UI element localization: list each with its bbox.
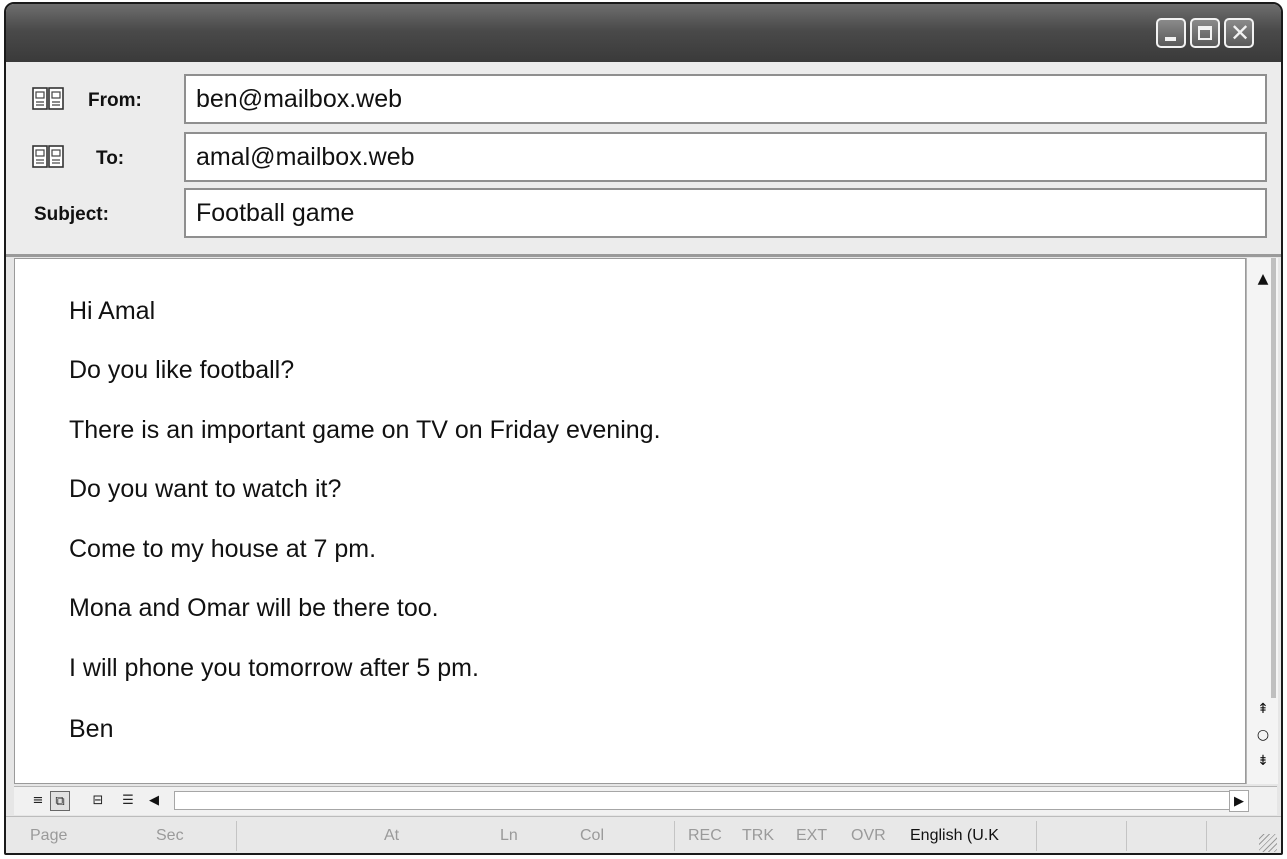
- status-divider: [236, 821, 237, 851]
- status-rec[interactable]: REC: [688, 827, 722, 845]
- status-section: Sec: [156, 827, 184, 844]
- resize-grip-icon[interactable]: [1259, 834, 1277, 852]
- horizontal-scroll-row: ≡ ⧉ ⊟ ☰ ◀ ▶: [14, 786, 1277, 815]
- message-line: Do you want to watch it?: [69, 475, 342, 503]
- message-line: I will phone you tomorrow after 5 pm.: [69, 654, 479, 682]
- scroll-right-arrow-icon[interactable]: ▶: [1229, 790, 1249, 812]
- subject-label: Subject:: [34, 204, 109, 225]
- previous-page-icon[interactable]: ⇞: [1253, 698, 1273, 720]
- address-book-icon[interactable]: [32, 144, 64, 170]
- status-divider: [1036, 821, 1037, 851]
- maximize-icon: [1198, 26, 1212, 40]
- print-layout-view-icon[interactable]: ⊟: [88, 791, 108, 811]
- status-bar: Page Sec At Ln Col REC TRK EXT OVR Engli…: [6, 816, 1281, 853]
- from-row: From: ben@mailbox.web: [6, 74, 1281, 126]
- status-line: Ln: [500, 827, 518, 844]
- status-column: Col: [580, 827, 605, 844]
- next-page-icon[interactable]: ⇟: [1253, 750, 1273, 772]
- subject-row: Subject: Football game: [6, 188, 1281, 240]
- status-page: Page: [30, 827, 68, 844]
- status-ext[interactable]: EXT: [796, 827, 827, 845]
- minimize-icon: [1165, 37, 1176, 41]
- status-ovr[interactable]: OVR: [851, 827, 886, 845]
- minimize-button[interactable]: [1156, 18, 1186, 48]
- outline-view-icon[interactable]: ☰: [118, 791, 138, 811]
- vertical-scrollbar[interactable]: ▲ ⇞ ○ ⇟: [1246, 258, 1278, 784]
- web-layout-view-icon[interactable]: ⧉: [50, 791, 70, 811]
- email-window: ✕ From: ben@mailbox.web To: amal@mailbox…: [4, 2, 1283, 855]
- status-divider: [674, 821, 675, 851]
- message-line: Hi Amal: [69, 297, 156, 325]
- select-browse-object-icon[interactable]: ○: [1253, 724, 1273, 746]
- scroll-up-arrow-icon[interactable]: ▲: [1253, 268, 1273, 290]
- subject-field[interactable]: Football game: [184, 188, 1267, 238]
- message-line: Do you like football?: [69, 356, 295, 384]
- maximize-button[interactable]: [1190, 18, 1220, 48]
- scroll-left-arrow-icon[interactable]: ◀: [144, 790, 164, 812]
- close-button[interactable]: ✕: [1224, 18, 1254, 48]
- message-header: From: ben@mailbox.web To: amal@mailbox.w…: [6, 62, 1281, 257]
- vertical-scroll-thumb[interactable]: [1271, 258, 1276, 698]
- address-book-icon[interactable]: [32, 86, 64, 112]
- to-label: To:: [96, 148, 125, 169]
- status-at: At: [384, 827, 400, 844]
- status-divider: [1206, 821, 1207, 851]
- status-language[interactable]: English (U.K: [910, 827, 999, 845]
- message-line: Ben: [69, 715, 114, 743]
- close-icon: ✕: [1229, 19, 1251, 47]
- title-bar[interactable]: ✕: [6, 4, 1281, 62]
- to-field[interactable]: amal@mailbox.web: [184, 132, 1267, 182]
- from-label: From:: [88, 90, 142, 111]
- message-body[interactable]: Hi Amal Do you like football? There is a…: [14, 258, 1246, 784]
- message-line: There is an important game on TV on Frid…: [69, 416, 661, 444]
- horizontal-scroll-track[interactable]: [174, 791, 1231, 810]
- from-field[interactable]: ben@mailbox.web: [184, 74, 1267, 124]
- to-row: To: amal@mailbox.web: [6, 132, 1281, 184]
- status-divider: [1126, 821, 1127, 851]
- status-trk[interactable]: TRK: [742, 827, 774, 845]
- message-line: Mona and Omar will be there too.: [69, 594, 439, 622]
- message-line: Come to my house at 7 pm.: [69, 535, 377, 563]
- normal-view-icon[interactable]: ≡: [28, 791, 48, 811]
